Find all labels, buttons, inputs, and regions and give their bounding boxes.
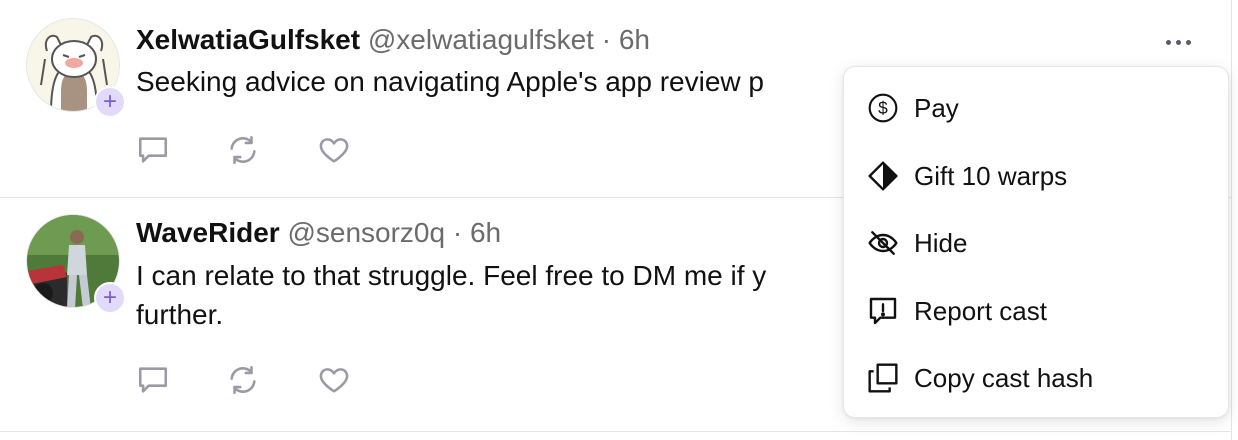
avatar-container[interactable]: + xyxy=(26,18,126,118)
menu-item-copy-cast-hash[interactable]: Copy cast hash xyxy=(844,350,1228,406)
recast-icon xyxy=(230,135,256,165)
eye-slash-icon xyxy=(866,226,900,260)
menu-item-gift-warps[interactable]: Gift 10 warps xyxy=(844,148,1228,204)
username-handle[interactable]: @sensorz0q xyxy=(287,217,445,248)
menu-item-report-cast[interactable]: Report cast xyxy=(844,283,1228,339)
like-button[interactable] xyxy=(316,130,406,170)
cast-actions xyxy=(136,360,406,400)
menu-item-label: Pay xyxy=(914,92,959,123)
feed: + XelwatiaGulfsket @xelwatiagulfsket · 6… xyxy=(0,0,1232,440)
recast-button[interactable] xyxy=(226,360,316,400)
separator: · xyxy=(452,217,463,248)
reply-button[interactable] xyxy=(136,130,226,170)
display-name[interactable]: XelwatiaGulfsket xyxy=(136,24,360,55)
cast-actions xyxy=(136,130,406,170)
menu-item-hide[interactable]: Hide xyxy=(844,215,1228,271)
cast-options-menu: $ Pay Gift 10 warps Hide Report cast Cop… xyxy=(843,66,1229,418)
timestamp[interactable]: 6h xyxy=(619,24,650,55)
svg-text:$: $ xyxy=(878,98,888,118)
avatar-container[interactable]: + xyxy=(26,214,126,314)
heart-icon xyxy=(319,138,349,163)
dollar-circle-icon: $ xyxy=(866,91,900,125)
menu-item-label: Gift 10 warps xyxy=(914,160,1068,191)
like-button[interactable] xyxy=(316,360,406,400)
reply-button[interactable] xyxy=(136,360,226,400)
display-name[interactable]: WaveRider xyxy=(136,217,280,248)
more-options-button[interactable] xyxy=(1158,28,1198,56)
username-handle[interactable]: @xelwatiagulfsket xyxy=(368,24,594,55)
comment-icon xyxy=(138,137,168,163)
comment-icon xyxy=(138,367,168,393)
warp-diamond-icon xyxy=(866,159,900,193)
more-horizontal-icon xyxy=(1175,39,1181,45)
follow-plus-icon[interactable]: + xyxy=(94,86,126,118)
recast-button[interactable] xyxy=(226,130,316,170)
copy-icon xyxy=(866,361,900,395)
more-horizontal-icon xyxy=(1165,39,1171,45)
cast-header: XelwatiaGulfsket @xelwatiagulfsket · 6h xyxy=(136,24,650,56)
recast-icon xyxy=(230,365,256,395)
more-horizontal-icon xyxy=(1185,39,1191,45)
separator: · xyxy=(601,24,612,55)
heart-icon xyxy=(319,368,349,393)
menu-item-label: Copy cast hash xyxy=(914,362,1094,393)
timestamp[interactable]: 6h xyxy=(470,217,501,248)
menu-item-label: Hide xyxy=(914,227,968,258)
menu-item-pay[interactable]: $ Pay xyxy=(844,80,1228,136)
report-icon xyxy=(866,294,900,328)
menu-item-label: Report cast xyxy=(914,295,1047,326)
follow-plus-icon[interactable]: + xyxy=(94,282,126,314)
cast-header: WaveRider @sensorz0q · 6h xyxy=(136,217,501,249)
